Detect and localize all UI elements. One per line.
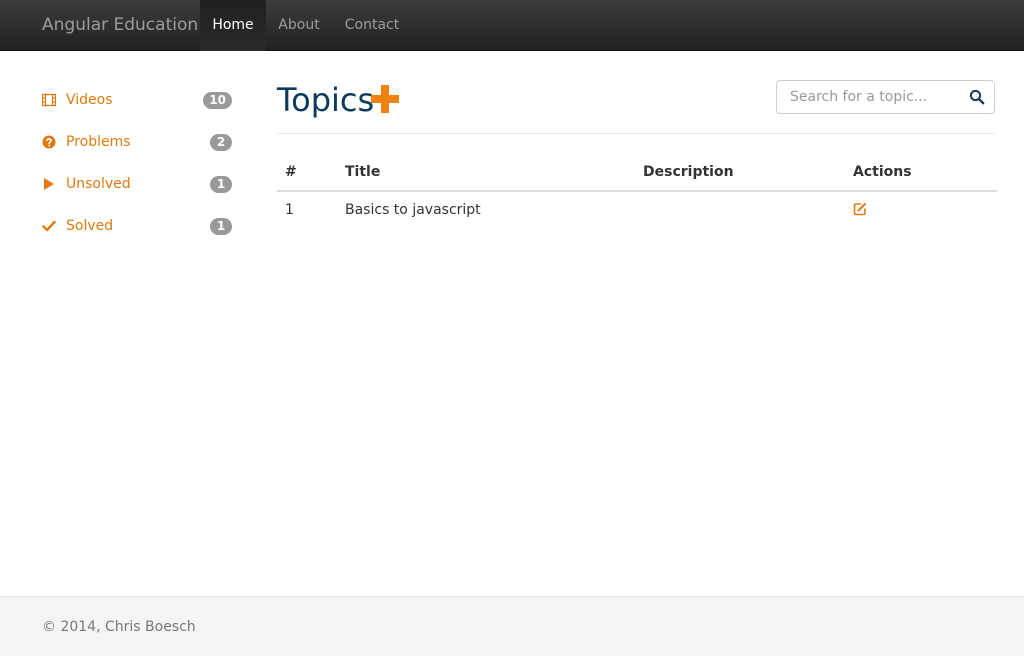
- sidebar-item-videos[interactable]: Videos 10: [42, 89, 232, 113]
- search-box: [776, 80, 995, 114]
- sidebar-item-label: Videos: [66, 92, 113, 108]
- search-icon[interactable]: [969, 89, 985, 105]
- count-badge: 10: [203, 92, 232, 109]
- brand-link[interactable]: Angular Education: [42, 0, 198, 51]
- plus-icon[interactable]: [370, 84, 400, 114]
- question-circle-icon: [42, 135, 56, 149]
- count-badge: 2: [210, 134, 232, 151]
- sidebar-item-problems[interactable]: Problems 2: [42, 131, 232, 155]
- film-icon: [42, 93, 56, 107]
- checkmark-icon: [42, 220, 56, 232]
- column-header-description: Description: [643, 164, 734, 180]
- page-title: Topics: [277, 81, 375, 119]
- footer-copyright: © 2014, Chris Boesch: [42, 619, 196, 635]
- play-icon: [44, 178, 54, 190]
- nav-contact[interactable]: Contact: [332, 0, 412, 51]
- header-divider: [277, 133, 995, 134]
- navbar: Angular Education Home About Contact: [0, 0, 1024, 51]
- column-header-title: Title: [345, 164, 381, 180]
- row-number: 1: [285, 202, 294, 218]
- sidebar-item-label: Problems: [66, 134, 131, 150]
- column-header-number: #: [285, 164, 297, 180]
- count-badge: 1: [210, 176, 232, 193]
- footer: © 2014, Chris Boesch: [0, 596, 1024, 656]
- sidebar-item-label: Solved: [66, 218, 114, 234]
- search-input[interactable]: [777, 81, 963, 113]
- nav-home[interactable]: Home: [200, 0, 266, 51]
- nav-about[interactable]: About: [266, 0, 332, 51]
- count-badge: 1: [210, 218, 232, 235]
- sidebar-item-solved[interactable]: Solved 1: [42, 215, 232, 239]
- sidebar-item-label: Unsolved: [66, 176, 131, 192]
- edit-icon[interactable]: [853, 202, 867, 216]
- row-title: Basics to javascript: [345, 202, 481, 218]
- column-header-actions: Actions: [853, 164, 912, 180]
- sidebar-item-unsolved[interactable]: Unsolved 1: [42, 173, 232, 197]
